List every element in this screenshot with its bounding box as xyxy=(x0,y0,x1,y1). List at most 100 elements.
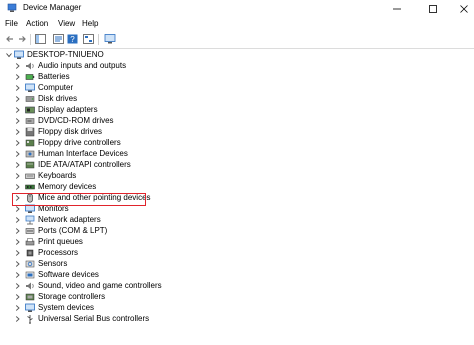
device-category-label: Audio inputs and outputs xyxy=(38,61,127,70)
software-device-icon xyxy=(25,271,35,279)
chevron-right-icon[interactable] xyxy=(14,95,21,103)
chevron-right-icon[interactable] xyxy=(14,249,21,257)
menu-action[interactable]: Action xyxy=(26,19,48,28)
device-category-label: DVD/CD-ROM drives xyxy=(38,116,114,125)
device-category-label: Human Interface Devices xyxy=(38,149,128,158)
tree-root[interactable]: DESKTOP-TNIUENO xyxy=(0,50,200,61)
chevron-right-icon[interactable] xyxy=(14,62,21,70)
usb-icon xyxy=(27,315,33,324)
device-category-label: Sound, video and game controllers xyxy=(38,281,162,290)
device-category-label: Batteries xyxy=(38,72,70,81)
chevron-right-icon[interactable] xyxy=(14,315,21,323)
chevron-right-icon[interactable] xyxy=(14,271,21,279)
sound-controller-icon xyxy=(26,282,34,290)
port-icon xyxy=(25,228,35,234)
device-category-label: Software devices xyxy=(38,270,99,279)
device-category-label: Ports (COM & LPT) xyxy=(38,226,108,235)
device-category-row[interactable]: Storage controllers xyxy=(0,292,300,303)
minimize-button[interactable] xyxy=(383,0,411,17)
device-category-row[interactable]: Computer xyxy=(0,83,300,94)
memory-icon xyxy=(25,184,35,190)
device-category-row[interactable]: Floppy drive controllers xyxy=(0,138,300,149)
chevron-right-icon[interactable] xyxy=(14,260,21,268)
device-category-row[interactable]: Human Interface Devices xyxy=(0,149,300,160)
network-adapter-icon xyxy=(25,215,35,225)
processor-icon xyxy=(26,249,34,257)
chevron-right-icon[interactable] xyxy=(14,304,21,312)
chevron-right-icon[interactable] xyxy=(14,150,21,158)
toolbar: ? xyxy=(0,31,474,48)
device-category-row[interactable]: DVD/CD-ROM drives xyxy=(0,116,300,127)
device-category-label: System devices xyxy=(38,303,95,312)
device-category-row[interactable]: Universal Serial Bus controllers xyxy=(0,314,300,325)
device-category-row[interactable]: Sound, video and game controllers xyxy=(0,281,300,292)
chevron-right-icon[interactable] xyxy=(14,216,21,224)
chevron-right-icon[interactable] xyxy=(14,238,21,246)
menu-view[interactable]: View xyxy=(58,19,75,28)
device-view-button[interactable] xyxy=(82,33,95,45)
scan-hardware-button[interactable] xyxy=(103,33,116,45)
device-category-row[interactable]: Print queues xyxy=(0,237,300,248)
device-category-row[interactable]: IDE ATA/ATAPI controllers xyxy=(0,160,300,171)
chevron-right-icon[interactable] xyxy=(14,73,21,81)
forward-button[interactable] xyxy=(15,33,28,45)
device-category-row[interactable]: System devices xyxy=(0,303,300,314)
device-category-row[interactable]: Keyboards xyxy=(0,171,300,182)
device-category-label: Sensors xyxy=(38,259,68,268)
device-manager-app-icon xyxy=(7,3,17,12)
title-bar: Device Manager xyxy=(0,0,474,17)
device-category-row[interactable]: Network adapters xyxy=(0,215,300,226)
menu-help[interactable]: Help xyxy=(82,19,98,28)
window-title: Device Manager xyxy=(23,3,82,12)
device-category-row[interactable]: Sensors xyxy=(0,259,300,270)
svg-text:?: ? xyxy=(70,35,75,44)
chevron-down-icon[interactable] xyxy=(5,51,13,59)
minimize-icon xyxy=(393,8,401,9)
floppy-controller-icon xyxy=(25,139,35,147)
device-category-row[interactable]: Processors xyxy=(0,248,300,259)
chevron-right-icon[interactable] xyxy=(14,282,21,290)
highlight-box xyxy=(12,193,146,206)
toolbar-separator xyxy=(30,34,31,45)
properties-button[interactable] xyxy=(52,33,65,45)
device-category-row[interactable]: Memory devices xyxy=(0,182,300,193)
monitor-icon xyxy=(104,34,115,44)
device-category-row[interactable]: Floppy disk drives xyxy=(0,127,300,138)
chevron-right-icon[interactable] xyxy=(14,183,21,191)
device-category-row[interactable]: Display adapters xyxy=(0,105,300,116)
hid-icon xyxy=(25,150,35,158)
device-category-row[interactable]: Software devices xyxy=(0,270,300,281)
maximize-icon xyxy=(429,4,437,13)
chevron-right-icon[interactable] xyxy=(14,227,21,235)
show-hide-console-tree-icon xyxy=(35,34,46,44)
device-category-row[interactable]: Audio inputs and outputs xyxy=(0,61,300,72)
chevron-right-icon[interactable] xyxy=(14,139,21,147)
menu-file[interactable]: File xyxy=(5,19,18,28)
device-tree-view-icon xyxy=(83,34,94,44)
maximize-button[interactable] xyxy=(419,0,447,17)
device-category-row[interactable]: Disk drives xyxy=(0,94,300,105)
storage-controller-icon xyxy=(25,293,35,301)
chevron-right-icon[interactable] xyxy=(14,205,21,213)
console-tree-button[interactable] xyxy=(34,33,47,45)
computer-icon xyxy=(14,50,24,59)
chevron-right-icon[interactable] xyxy=(14,117,21,125)
chevron-right-icon[interactable] xyxy=(14,84,21,92)
device-category-label: Computer xyxy=(38,83,74,92)
chevron-right-icon[interactable] xyxy=(14,128,21,136)
chevron-right-icon[interactable] xyxy=(14,293,21,301)
computer-icon xyxy=(25,83,35,92)
device-category-row[interactable]: Batteries xyxy=(0,72,300,83)
chevron-right-icon[interactable] xyxy=(14,172,21,180)
device-category-row[interactable]: Ports (COM & LPT) xyxy=(0,226,300,237)
close-button[interactable] xyxy=(450,0,474,17)
device-category-label: IDE ATA/ATAPI controllers xyxy=(38,160,131,169)
help-button[interactable]: ? xyxy=(66,33,79,45)
properties-icon xyxy=(53,34,64,44)
forward-arrow-icon xyxy=(18,36,26,42)
dvd-drive-icon xyxy=(25,118,35,124)
chevron-right-icon[interactable] xyxy=(14,161,21,169)
chevron-right-icon[interactable] xyxy=(14,106,21,114)
floppy-disk-icon xyxy=(25,127,35,137)
back-arrow-icon xyxy=(5,36,13,42)
